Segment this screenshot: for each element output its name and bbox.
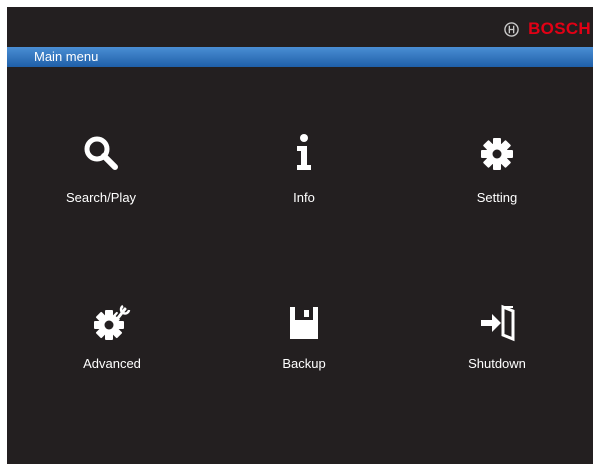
menu-item-label: Search/Play — [65, 190, 137, 205]
gear-icon — [481, 138, 513, 170]
menu-item-label: Backup — [282, 356, 326, 371]
exit-door-icon — [481, 304, 515, 342]
brand-logo: BOSCH — [504, 19, 591, 39]
menu-item-setting[interactable]: Setting — [422, 133, 572, 253]
menu-item-label: Info — [293, 190, 315, 205]
dvr-screen: BOSCH Main menu Search/Play Info Setting… — [7, 7, 593, 464]
menu-title: Main menu — [34, 49, 99, 64]
gear-wrench-icon — [94, 304, 131, 340]
menu-title-bar: Main menu — [7, 47, 593, 67]
menu-item-search-play[interactable]: Search/Play — [26, 133, 176, 253]
info-icon — [297, 134, 311, 170]
menu-item-info[interactable]: Info — [229, 133, 379, 253]
floppy-disk-icon — [290, 307, 318, 339]
menu-item-label: Shutdown — [468, 356, 526, 371]
menu-item-label: Setting — [476, 190, 518, 205]
menu-item-shutdown[interactable]: Shutdown — [422, 303, 572, 423]
menu-item-advanced[interactable]: Advanced — [37, 303, 187, 423]
top-bar: BOSCH — [7, 7, 593, 47]
menu-item-label: Advanced — [83, 356, 141, 371]
search-icon — [84, 136, 118, 170]
brand-name: BOSCH — [528, 19, 591, 38]
bosch-armature-icon — [504, 21, 519, 37]
menu-item-backup[interactable]: Backup — [229, 303, 379, 423]
